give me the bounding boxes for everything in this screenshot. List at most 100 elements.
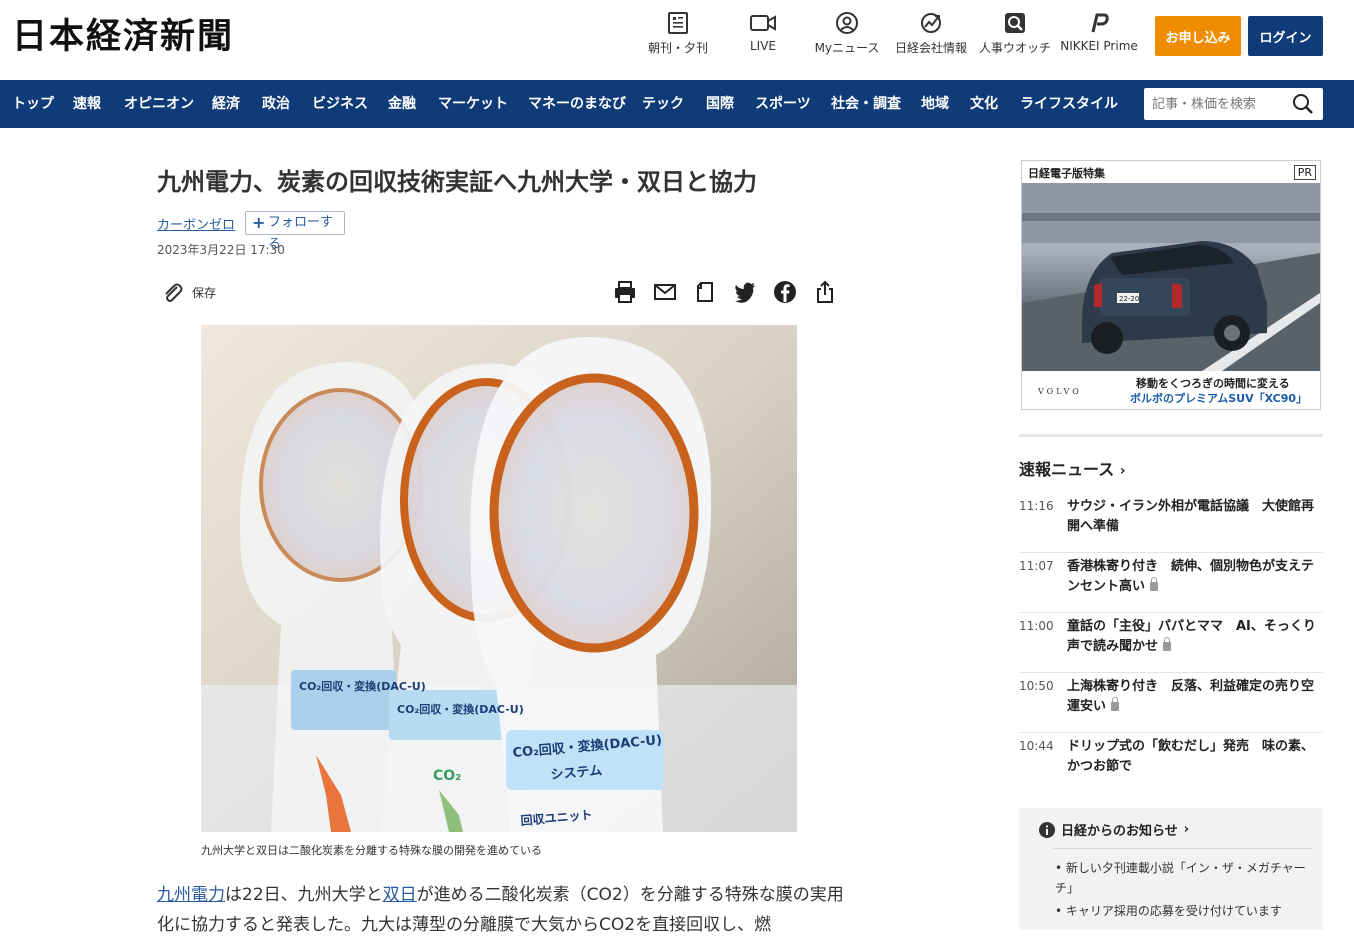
photo-label-back: CO₂回収・変換(DAC-U): [299, 679, 426, 693]
mail-button[interactable]: [653, 280, 677, 304]
news-headline-text: サウジ・イラン外相が電話協議 大使館再開へ準備: [1067, 499, 1315, 534]
nav-item-opinion[interactable]: オピニオン: [124, 80, 194, 128]
news-headline: ドリップ式の「飲むだし」発売 味の素、かつお節で: [1067, 737, 1317, 777]
nav-item-society[interactable]: 社会・調査: [831, 80, 901, 128]
photo-label-middle: CO₂回収・変換(DAC-U): [397, 702, 524, 716]
news-item[interactable]: 11:07 香港株寄り付き 続伸、個別物色が支えテンセント高い: [1019, 553, 1323, 613]
paperclip-icon: [165, 283, 183, 302]
share-icon: [817, 280, 833, 303]
search-input[interactable]: [1144, 88, 1284, 120]
news-time: 11:07: [1019, 559, 1054, 573]
morning-evening-edition-link[interactable]: 朝刊・夕刊: [635, 12, 721, 56]
chevron-right-icon: ›: [1119, 463, 1126, 479]
nikkei-prime-link[interactable]: NIKKEI Prime: [1056, 12, 1142, 53]
notice-box: 日経からのお知らせ › • 新しい夕刊連載小説「イン・ザ・メガチャーチ」 • キ…: [1019, 808, 1323, 930]
notice-item[interactable]: • キャリア採用の応募を受け付けています: [1055, 901, 1315, 921]
article-photo: CO₂回収・変換(DAC-U) CO₂回収・変換(DAC-U) CO₂回収・変換…: [201, 325, 797, 832]
kyushu-electric-link[interactable]: 九州電力: [157, 885, 225, 905]
photo-caption: 九州大学と双日は二酸化炭素を分離する特殊な膜の開発を進めている: [201, 844, 542, 857]
newspaper-icon: [668, 12, 688, 34]
login-button[interactable]: ログイン: [1248, 16, 1323, 56]
news-item[interactable]: 10:44 ドリップ式の「飲むだし」発売 味の素、かつお節で: [1019, 733, 1323, 793]
news-item[interactable]: 11:00 童話の「主役」パパとママ AI、そっくり声で読み聞かせ: [1019, 613, 1323, 673]
news-headline: 香港株寄り付き 続伸、個別物色が支えテンセント高い: [1067, 557, 1317, 597]
subscribe-button[interactable]: お申し込み: [1155, 16, 1241, 56]
nav-item-breaking[interactable]: 速報: [73, 80, 101, 128]
nav-item-sports[interactable]: スポーツ: [755, 80, 811, 128]
news-time: 11:00: [1019, 619, 1054, 633]
nav-item-politics[interactable]: 政治: [262, 80, 290, 128]
prime-icon: [1091, 13, 1109, 33]
print-button[interactable]: [613, 280, 637, 304]
photo-label-co2: CO₂: [433, 768, 461, 784]
nav-item-lifestyle[interactable]: ライフスタイル: [1020, 80, 1118, 128]
nav-item-international[interactable]: 国際: [706, 80, 734, 128]
share-button[interactable]: [813, 280, 837, 304]
chart-icon: [921, 13, 941, 33]
person-search-icon: [1005, 13, 1025, 33]
search-box: [1144, 88, 1323, 120]
nav-item-money[interactable]: マネーのまなび: [528, 80, 626, 128]
my-news-label: Myニュース: [814, 41, 880, 55]
facebook-icon: [774, 281, 796, 303]
facebook-button[interactable]: [773, 280, 797, 304]
nav-item-economy[interactable]: 経済: [212, 80, 240, 128]
follow-button[interactable]: + フォローする: [245, 211, 345, 252]
live-link[interactable]: LIVE: [720, 12, 806, 53]
notice-divider: [1053, 848, 1313, 849]
pr-badge: PR: [1293, 165, 1316, 180]
save-button[interactable]: 保存: [160, 280, 216, 304]
ad-plate: 22-20: [1119, 295, 1139, 303]
topic-link[interactable]: カーボンゼロ: [157, 214, 235, 233]
nav-item-culture[interactable]: 文化: [970, 80, 998, 128]
nikkei-logo[interactable]: 日本経済新聞: [12, 17, 234, 57]
my-news-link[interactable]: Myニュース: [804, 12, 890, 56]
sojitz-link[interactable]: 双日: [383, 885, 417, 905]
print-icon: [615, 281, 635, 303]
news-headline-text: ドリップ式の「飲むだし」発売 味の素、かつお節で: [1067, 739, 1315, 774]
lock-icon: [1163, 637, 1172, 651]
company-info-label: 日経会社情報: [894, 41, 967, 55]
twitter-icon: [735, 282, 755, 303]
chevron-right-icon: ›: [1183, 822, 1190, 837]
video-icon: [750, 15, 776, 31]
bookmark-icon: [697, 282, 713, 302]
news-item[interactable]: 10:50 上海株寄り付き 反落、利益確定の売り空運安い: [1019, 673, 1323, 733]
personnel-watch-label: 人事ウオッチ: [978, 41, 1051, 55]
body-text-1: は22日、九州大学と: [225, 885, 383, 905]
notice-heading[interactable]: 日経からのお知らせ ›: [1039, 820, 1189, 839]
news-headline-text: 香港株寄り付き 続伸、個別物色が支えテンセント高い: [1067, 559, 1315, 594]
notice-item[interactable]: • 新しい夕刊連載小説「イン・ザ・メガチャーチ」: [1055, 858, 1315, 898]
morning-evening-label: 朝刊・夕刊: [647, 41, 708, 55]
bookmark-button[interactable]: [693, 280, 717, 304]
nav-item-business[interactable]: ビジネス: [312, 80, 368, 128]
news-time: 10:44: [1019, 739, 1054, 753]
notice-title: 日経からのお知らせ: [1061, 824, 1178, 839]
save-label: 保存: [192, 285, 217, 300]
news-headline-text: 童話の「主役」パパとママ AI、そっくり声で読み聞かせ: [1067, 619, 1316, 654]
breaking-news-heading[interactable]: 速報ニュース ›: [1019, 456, 1126, 480]
membrane-photo-illustration: CO₂回収・変換(DAC-U) CO₂回収・変換(DAC-U) CO₂回収・変換…: [201, 325, 797, 832]
personnel-watch-link[interactable]: 人事ウオッチ: [972, 12, 1058, 56]
nav-item-finance[interactable]: 金融: [388, 80, 416, 128]
nav-item-tech[interactable]: テック: [642, 80, 684, 128]
news-time: 11:16: [1019, 499, 1054, 513]
twitter-button[interactable]: [733, 280, 757, 304]
site-header: 日本経済新聞 朝刊・夕刊 LIVE Myニュース 日経会社情報 人事ウオッチ N…: [0, 0, 1354, 80]
mail-icon: [654, 284, 676, 300]
nav-item-top[interactable]: トップ: [12, 80, 54, 128]
ad-copy: VOLVO 移動をくつろぎの時間に変える ボルボのプレミアムSUV「XC90」: [1022, 371, 1320, 409]
nav-item-market[interactable]: マーケット: [438, 80, 508, 128]
article-title: 九州電力、炭素の回収技術実証へ九州大学・双日と協力: [157, 168, 757, 196]
nav-item-region[interactable]: 地域: [921, 80, 949, 128]
company-info-link[interactable]: 日経会社情報: [888, 12, 974, 56]
article-body: 九州電力は22日、九州大学と双日が進める二酸化炭素（CO2）を分離する特殊な膜の…: [157, 880, 847, 940]
sidebar-ad[interactable]: 日経電子版特集 PR 22-20 VOLVO 移動をくつろぎの時間に変える ボル…: [1021, 160, 1321, 410]
news-headline: 童話の「主役」パパとママ AI、そっくり声で読み聞かせ: [1067, 617, 1317, 657]
news-item[interactable]: 11:16 サウジ・イラン外相が電話協議 大使館再開へ準備: [1019, 493, 1323, 553]
ad-line-2: ボルボのプレミアムSUV「XC90」: [1130, 392, 1308, 405]
breaking-news-title: 速報ニュース: [1019, 460, 1115, 479]
search-icon[interactable]: [1292, 93, 1314, 115]
notice-item-text: キャリア採用の応募を受け付けています: [1065, 904, 1282, 918]
live-label: LIVE: [749, 39, 776, 53]
